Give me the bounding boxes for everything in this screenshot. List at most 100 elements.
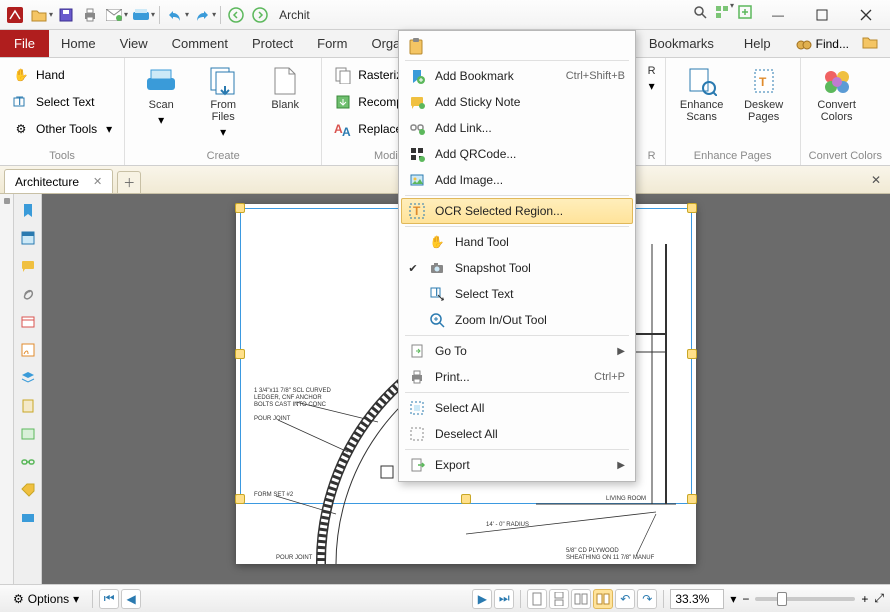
layers-pane-icon[interactable] bbox=[18, 368, 38, 388]
mi-add-qrcode[interactable]: Add QRCode... bbox=[401, 141, 633, 167]
note-text: BOLTS CAST INTO CONC bbox=[254, 402, 327, 408]
two-page-continuous-button[interactable] bbox=[593, 589, 613, 609]
zoom-input[interactable]: 33.3% bbox=[670, 589, 724, 609]
comments-pane-icon[interactable] bbox=[18, 256, 38, 276]
tab-home[interactable]: Home bbox=[49, 30, 108, 57]
content-pane-icon[interactable] bbox=[18, 396, 38, 416]
other-tools-button[interactable]: ⚙Other Tools▾ bbox=[8, 117, 116, 141]
hand-tool-button[interactable]: ✋Hand bbox=[8, 63, 116, 87]
zoom-in-button[interactable]: + bbox=[861, 592, 868, 606]
mi-goto[interactable]: Go To▶ bbox=[401, 338, 633, 364]
maximize-button[interactable] bbox=[800, 1, 844, 29]
launch-icon[interactable] bbox=[862, 35, 884, 52]
dropdown-icon[interactable]: ▾ bbox=[151, 10, 155, 19]
close-button[interactable] bbox=[844, 1, 888, 29]
back-icon[interactable] bbox=[225, 4, 247, 26]
rotate-cw-button[interactable]: ↷ bbox=[637, 589, 657, 609]
continuous-button[interactable] bbox=[549, 589, 569, 609]
mi-add-bookmark[interactable]: Add BookmarkCtrl+Shift+B bbox=[401, 63, 633, 89]
mi-export[interactable]: Export▶ bbox=[401, 452, 633, 478]
first-page-button[interactable]: ⏮ bbox=[99, 589, 119, 609]
page-nav-right: ▶ ⏭ bbox=[472, 589, 514, 609]
minimize-button[interactable]: ― bbox=[756, 1, 800, 29]
undo-icon[interactable] bbox=[164, 4, 186, 26]
pane-grip[interactable] bbox=[0, 194, 14, 584]
tags-pane-icon[interactable] bbox=[18, 480, 38, 500]
zoom-slider[interactable] bbox=[755, 597, 855, 601]
dropdown-icon[interactable]: ▾ bbox=[185, 10, 189, 19]
open-icon[interactable] bbox=[28, 4, 50, 26]
fields-pane-icon[interactable] bbox=[18, 312, 38, 332]
zoom-out-button[interactable]: − bbox=[742, 592, 749, 606]
save-icon[interactable] bbox=[55, 4, 77, 26]
scan-button[interactable]: Scan▾ bbox=[133, 61, 189, 148]
close-tab-icon[interactable]: ✕ bbox=[93, 175, 102, 188]
two-page-button[interactable] bbox=[571, 589, 591, 609]
mi-ocr-region[interactable]: TOCR Selected Region... bbox=[401, 198, 633, 224]
attachments-pane-icon[interactable] bbox=[18, 284, 38, 304]
signatures-pane-icon[interactable] bbox=[18, 340, 38, 360]
tab-form[interactable]: Form bbox=[305, 30, 359, 57]
tab-protect[interactable]: Protect bbox=[240, 30, 305, 57]
deskew-label: Deskew Pages bbox=[744, 99, 783, 123]
blank-button[interactable]: Blank bbox=[257, 61, 313, 148]
deskew-button[interactable]: T Deskew Pages bbox=[736, 61, 792, 148]
dropdown-icon[interactable]: ▾ bbox=[49, 10, 53, 19]
zoom-slider-thumb[interactable] bbox=[777, 592, 787, 606]
mi-hand-tool[interactable]: ✋Hand Tool bbox=[401, 229, 633, 255]
doc-tab-active[interactable]: Architecture ✕ bbox=[4, 169, 113, 193]
select-text-button[interactable]: TSelect Text bbox=[8, 90, 116, 114]
tab-view[interactable]: View bbox=[108, 30, 160, 57]
redo-icon[interactable] bbox=[191, 4, 213, 26]
dropdown-icon[interactable]: ▾ bbox=[730, 592, 736, 606]
bookmarks-pane-icon[interactable] bbox=[18, 200, 38, 220]
from-files-button[interactable]: From Files▾ bbox=[195, 61, 251, 148]
mi-snapshot-tool[interactable]: ✔Snapshot Tool bbox=[401, 255, 633, 281]
forward-icon[interactable] bbox=[249, 4, 271, 26]
scan-qat-icon[interactable] bbox=[130, 4, 152, 26]
trunc-button[interactable]: R▾ bbox=[643, 61, 661, 148]
options-button[interactable]: ⚙Options▾ bbox=[6, 589, 86, 609]
new-tab-button[interactable]: ＋ bbox=[117, 171, 141, 193]
dropdown-icon[interactable]: ▾ bbox=[212, 10, 216, 19]
find-button[interactable]: Find... bbox=[789, 33, 856, 55]
convert-colors-label: Convert Colors bbox=[817, 99, 856, 123]
mi-deselect-all[interactable]: Deselect All bbox=[401, 421, 633, 447]
mi-select-all[interactable]: Select All bbox=[401, 395, 633, 421]
tab-bookmarks[interactable]: Bookmarks bbox=[637, 36, 726, 51]
rotate-ccw-button[interactable]: ↶ bbox=[615, 589, 635, 609]
tab-help[interactable]: Help bbox=[732, 36, 783, 51]
thumbnails-pane-icon[interactable] bbox=[18, 228, 38, 248]
destinations-pane-icon[interactable] bbox=[18, 424, 38, 444]
check-icon: ✔ bbox=[407, 262, 419, 275]
last-page-button[interactable]: ⏭ bbox=[494, 589, 514, 609]
enhance-scans-button[interactable]: Enhance Scans bbox=[674, 61, 730, 148]
tab-comment[interactable]: Comment bbox=[160, 30, 240, 57]
fit-page-button[interactable]: ⤢ bbox=[874, 591, 884, 606]
mi-add-sticky[interactable]: Add Sticky Note bbox=[401, 89, 633, 115]
convert-colors-button[interactable]: Convert Colors bbox=[809, 61, 865, 148]
mi-print[interactable]: Print...Ctrl+P bbox=[401, 364, 633, 390]
dropdown-icon[interactable]: ▾ bbox=[124, 10, 128, 19]
mi-zoom-tool[interactable]: Zoom In/Out Tool bbox=[401, 307, 633, 333]
app-icon[interactable] bbox=[4, 4, 26, 26]
note-text: LIVING ROOM bbox=[606, 496, 646, 502]
other-tools-label: Other Tools bbox=[36, 122, 97, 136]
single-page-button[interactable] bbox=[527, 589, 547, 609]
mi-add-link[interactable]: Add Link... bbox=[401, 115, 633, 141]
print-icon[interactable] bbox=[79, 4, 101, 26]
close-pane-button[interactable]: ✕ bbox=[862, 167, 890, 193]
links-pane-icon[interactable] bbox=[18, 452, 38, 472]
prev-page-button[interactable]: ◀ bbox=[121, 589, 141, 609]
mail-icon[interactable] bbox=[103, 4, 125, 26]
file-tab[interactable]: File bbox=[0, 30, 49, 57]
search-icon[interactable] bbox=[689, 1, 711, 23]
replace-fonts-icon: AA bbox=[334, 120, 352, 138]
clipboard-header-icon[interactable] bbox=[401, 34, 633, 58]
export-icon bbox=[407, 455, 427, 475]
fullscreen-icon[interactable] bbox=[734, 1, 756, 23]
mi-select-text[interactable]: TSelect Text bbox=[401, 281, 633, 307]
mi-add-image[interactable]: Add Image... bbox=[401, 167, 633, 193]
next-page-button[interactable]: ▶ bbox=[472, 589, 492, 609]
properties-pane-icon[interactable] bbox=[18, 508, 38, 528]
